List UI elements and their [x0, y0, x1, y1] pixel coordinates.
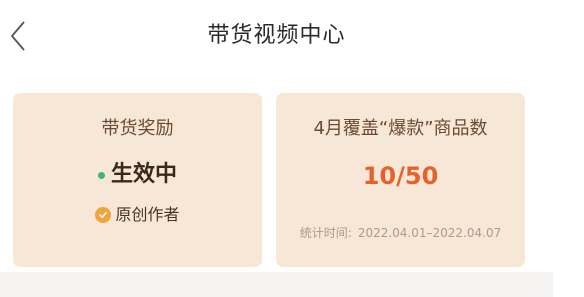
stat-period: 统计时间: 2022.04.01–2022.04.07 [276, 225, 525, 241]
reward-card-title: 带货奖励 [101, 118, 174, 139]
stat-period-label: 统计时间: [299, 226, 352, 240]
stats-section: 带货奖励 生效中 原创作者 4月覆盖“爆款”商品数 10/50 统计时间: 202… [0, 76, 553, 272]
coverage-card[interactable]: 4月覆盖“爆款”商品数 10/50 统计时间: 2022.04.01–2022.0… [276, 93, 525, 267]
badge-label: 原创作者 [115, 205, 180, 224]
status-text: 生效中 [110, 162, 177, 187]
page-title: 带货视频中心 [207, 23, 346, 48]
status-dot-icon [97, 171, 105, 179]
status-row: 生效中 [13, 160, 262, 190]
check-badge-icon [95, 207, 112, 223]
stat-date-range: 2022.04.01–2022.04.07 [357, 226, 502, 240]
original-author-badge: 原创作者 [13, 204, 262, 226]
bottom-divider [0, 272, 553, 297]
product-count: 10/50 [362, 162, 439, 190]
reward-card[interactable]: 带货奖励 生效中 原创作者 [13, 93, 262, 267]
coverage-card-title: 4月覆盖“爆款”商品数 [313, 118, 488, 139]
right-edge-panel [553, 0, 584, 297]
top-bar: 带货视频中心 [0, 0, 553, 76]
